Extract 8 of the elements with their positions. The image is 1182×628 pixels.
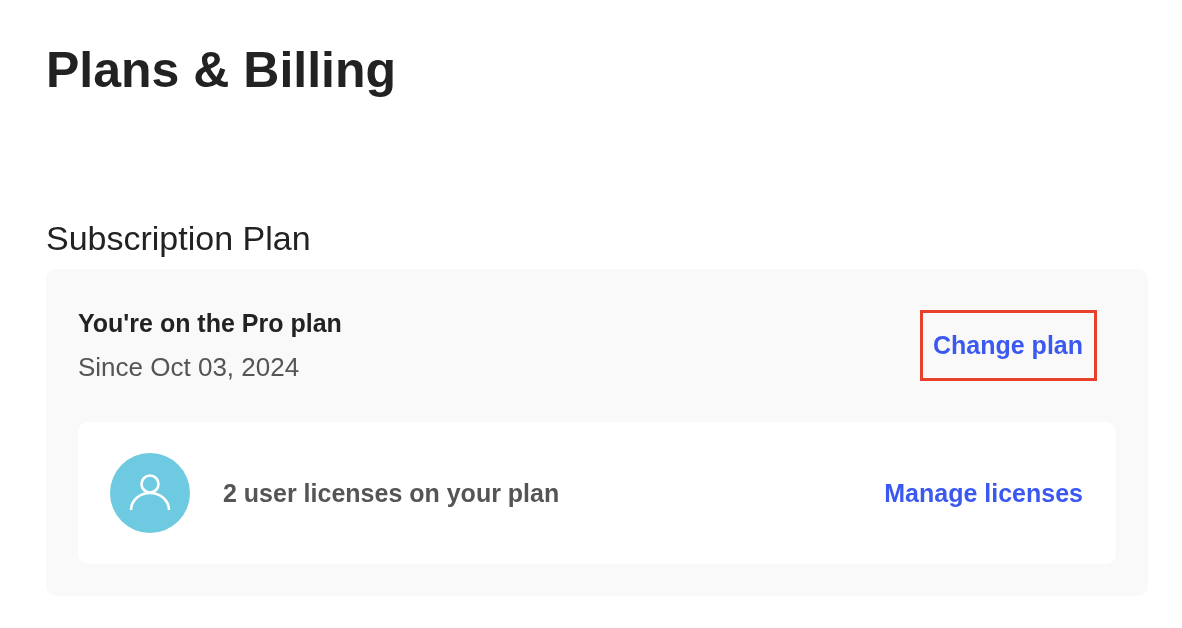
page-title: Plans & Billing: [46, 45, 397, 95]
change-plan-link[interactable]: Change plan: [933, 333, 1083, 358]
manage-licenses-link[interactable]: Manage licenses: [884, 480, 1083, 506]
section-heading: Subscription Plan: [46, 221, 311, 255]
plan-since-date: Since Oct 03, 2024: [78, 354, 300, 380]
licenses-count: 2 user licenses on your plan: [223, 480, 560, 506]
plan-name: You're on the Pro plan: [78, 311, 342, 336]
user-avatar-icon: [110, 453, 190, 533]
